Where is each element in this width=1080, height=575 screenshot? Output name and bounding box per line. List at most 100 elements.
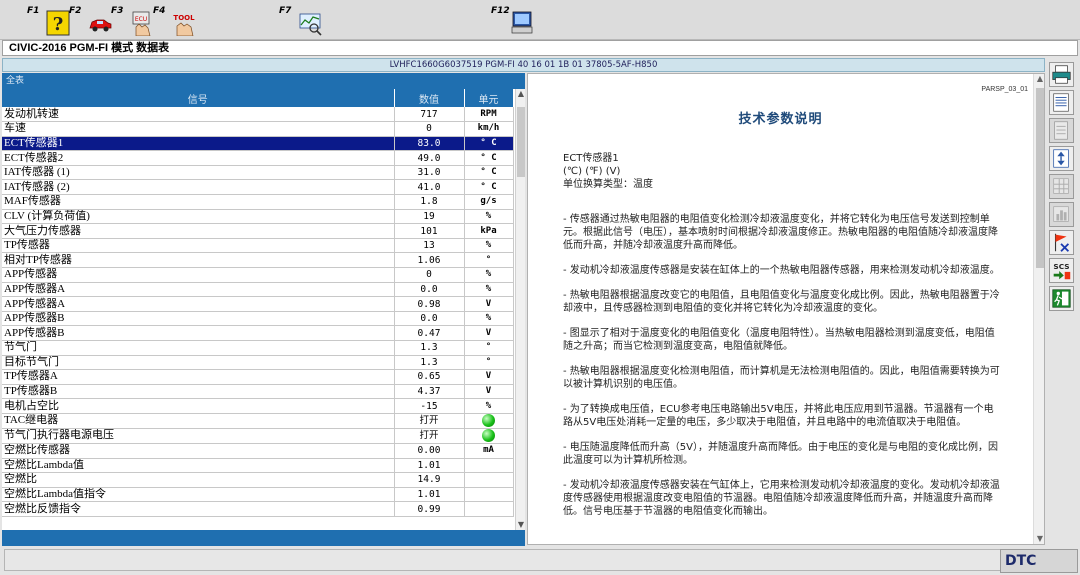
value-cell: 14.9 bbox=[394, 472, 465, 488]
value-cell: 0.0 bbox=[394, 311, 465, 327]
doc-paragraph: - 图显示了相对于温度变化的电阻值变化（温度电阻特性）。当热敏电阻器检测到温度变… bbox=[563, 328, 995, 352]
signal-name-cell: APP传感器A bbox=[2, 296, 395, 312]
unit-cell: ° bbox=[464, 355, 514, 371]
data-table-container: 信号 数值 单元 发动机转速 717 RPM 车速 0 km/h ECT传感器1 83.0 ° … bbox=[2, 89, 515, 530]
signal-name-cell: TP传感器B bbox=[2, 384, 395, 400]
table-row[interactable]: APP传感器 0% bbox=[2, 267, 514, 283]
table-row[interactable]: TAC继电器 打开 bbox=[2, 413, 514, 429]
value-cell: 717 bbox=[394, 107, 465, 123]
table-row[interactable]: 目标节气门 1.3 ° bbox=[2, 355, 514, 371]
document-scrollbar[interactable]: ▲ ▼ bbox=[1033, 74, 1044, 544]
mode-bar: CIVIC-2016 PGM-FI 模式 数据表 bbox=[2, 40, 1078, 56]
doc-paragraph: - 热敏电阻器根据温度变化检测电阻值，而计算机是无法检测电阻值的。因此，电阻值需… bbox=[563, 366, 1000, 390]
signal-name-cell: ECT传感器1 bbox=[2, 136, 395, 152]
signal-name-cell: 发动机转速 bbox=[2, 107, 395, 123]
table-row[interactable]: 节气门执行器电源电压 打开 bbox=[2, 428, 514, 444]
table-row[interactable]: 车速 0 km/h bbox=[2, 121, 514, 137]
doc-scroll-up-icon[interactable]: ▲ bbox=[1034, 74, 1044, 84]
svg-text:ECU: ECU bbox=[135, 16, 147, 23]
scs-text: SCS bbox=[1053, 262, 1069, 271]
table-row[interactable]: 空燃比传感器 0.00 mA bbox=[2, 443, 514, 459]
table-row[interactable]: 空燃比Lambda值指令 1.01 bbox=[2, 487, 514, 503]
document-icon bbox=[1054, 121, 1068, 140]
doc-scrollbar-thumb[interactable] bbox=[1036, 88, 1044, 268]
sort-button[interactable] bbox=[1049, 146, 1074, 171]
function-key-toolbar: F1 ? F2 F3 ECU F4 TOOL F7 F12 bbox=[0, 0, 1080, 40]
value-cell: 打开 bbox=[394, 428, 465, 444]
table-row[interactable]: APP传感器B 0.0% bbox=[2, 311, 514, 327]
tool-hand-icon: TOOL bbox=[173, 14, 195, 36]
unit-cell bbox=[464, 458, 514, 474]
document-button[interactable] bbox=[1049, 118, 1074, 143]
value-cell: 0.00 bbox=[394, 443, 465, 459]
value-cell: 0.99 bbox=[394, 501, 465, 517]
f4-tool-button[interactable]: F4 TOOL bbox=[150, 2, 200, 38]
exit-button[interactable] bbox=[1049, 286, 1074, 311]
signal-name-cell: 节气门执行器电源电压 bbox=[2, 428, 395, 444]
unit-cell: ° C bbox=[464, 165, 514, 181]
table-row[interactable]: 空燃比反馈指令 0.99 bbox=[2, 501, 514, 517]
list-footer-bar bbox=[2, 530, 525, 546]
signal-name-cell: 电机占空比 bbox=[2, 398, 395, 414]
signal-name-cell: 目标节气门 bbox=[2, 355, 395, 371]
status-indicator-icon bbox=[482, 428, 495, 442]
unit-cell: V bbox=[464, 325, 514, 341]
doc-scroll-down-icon[interactable]: ▼ bbox=[1034, 534, 1044, 544]
f4-label: F4 bbox=[153, 6, 166, 16]
table-row[interactable]: TP传感器 13% bbox=[2, 238, 514, 254]
column-header-signal[interactable]: 信号 bbox=[2, 89, 395, 107]
value-cell: 101 bbox=[394, 223, 465, 239]
table-row[interactable]: TP传感器A 0.65 V bbox=[2, 369, 514, 385]
table-row[interactable]: 节气门 1.3 ° bbox=[2, 340, 514, 356]
unit-cell: ° bbox=[464, 340, 514, 356]
f2-label: F2 bbox=[69, 6, 82, 16]
signal-name-cell: TP传感器A bbox=[2, 369, 395, 385]
value-cell: 13 bbox=[394, 238, 465, 254]
table-row[interactable]: 空燃比 14.9 bbox=[2, 472, 514, 488]
scs-button[interactable]: SCS bbox=[1049, 258, 1074, 283]
table-row[interactable]: 空燃比Lambda值 1.01 bbox=[2, 458, 514, 474]
print-button[interactable] bbox=[1049, 62, 1074, 87]
list-view-button[interactable] bbox=[1049, 90, 1074, 115]
unit-cell bbox=[464, 472, 514, 488]
f7-graph-button[interactable]: F7 bbox=[276, 2, 326, 38]
column-header-unit[interactable]: 单元 bbox=[464, 89, 514, 107]
value-cell: 31.0 bbox=[394, 165, 465, 181]
doc-paragraph: - 发动机冷却液温度传感器安装在气缸体上，它用来检测发动机冷却液温度的变化。发动… bbox=[563, 480, 1000, 517]
table-row[interactable]: APP传感器A 0.0% bbox=[2, 282, 514, 298]
value-cell: 1.06 bbox=[394, 252, 465, 269]
doc-paragraph: - 发动机冷却液温度传感器是安装在缸体上的一个热敏电阻器传感器，用来检测发动机冷… bbox=[563, 265, 1000, 276]
scrollbar-thumb[interactable] bbox=[517, 107, 525, 177]
table-row[interactable]: TP传感器B 4.37 V bbox=[2, 384, 514, 400]
status-bar bbox=[4, 549, 1034, 571]
document-title: 技术参数说明 bbox=[738, 112, 823, 127]
table-row[interactable]: MAF传感器 1.8 g/s bbox=[2, 194, 514, 210]
signal-name-cell: 相对TP传感器 bbox=[2, 252, 395, 269]
table-row[interactable]: 发动机转速 717 RPM bbox=[2, 107, 514, 123]
value-cell: 0.0 bbox=[394, 282, 465, 298]
scroll-up-icon[interactable]: ▲ bbox=[516, 89, 526, 99]
table-row[interactable]: IAT传感器 (2) 41.0 ° C bbox=[2, 179, 514, 196]
table-scrollbar[interactable]: ▲ ▼ bbox=[515, 89, 525, 530]
dtc-button[interactable]: DTC bbox=[1000, 549, 1078, 573]
value-cell: 0.47 bbox=[394, 325, 465, 341]
table-row[interactable]: 大气压力传感器 101 kPa bbox=[2, 223, 514, 239]
flag-x-button[interactable] bbox=[1049, 230, 1074, 255]
f12-print-button[interactable]: F12 bbox=[488, 2, 538, 38]
scs-icon: SCS bbox=[1053, 262, 1071, 280]
data-list-table: 信号 数值 单元 发动机转速 717 RPM 车速 0 km/h ECT传感器1 83.0 ° … bbox=[2, 89, 514, 517]
table-row[interactable]: 电机占空比 -15% bbox=[2, 398, 514, 414]
chart-button[interactable] bbox=[1049, 202, 1074, 227]
doc-paragraph: - 传感器通过热敏电阻器的电阻值变化检测冷却液温度变化，并将它转化为电压信号发送… bbox=[563, 214, 998, 251]
table-row[interactable]: 相对TP传感器 1.06 ° bbox=[2, 252, 514, 269]
table-row[interactable]: APP传感器B 0.47 V bbox=[2, 325, 514, 341]
signal-name-cell: 空燃比Lambda值 bbox=[2, 458, 395, 474]
column-header-value[interactable]: 数值 bbox=[394, 89, 465, 107]
grid-button[interactable] bbox=[1049, 174, 1074, 199]
table-row[interactable]: IAT传感器 (1) 31.0 ° C bbox=[2, 165, 514, 181]
table-row[interactable]: ECT传感器1 83.0 ° C bbox=[2, 136, 514, 152]
scroll-down-icon[interactable]: ▼ bbox=[516, 520, 526, 530]
table-row[interactable]: CLV (计算负荷值) 19% bbox=[2, 209, 514, 225]
table-row[interactable]: APP传感器A 0.98 V bbox=[2, 296, 514, 312]
table-row[interactable]: ECT传感器2 49.0 ° C bbox=[2, 150, 514, 166]
